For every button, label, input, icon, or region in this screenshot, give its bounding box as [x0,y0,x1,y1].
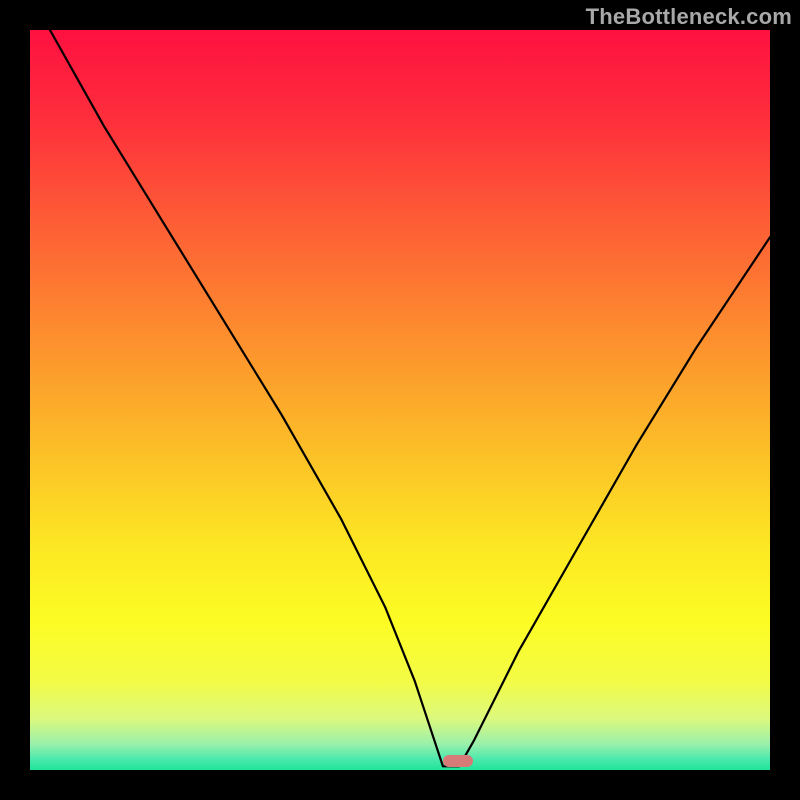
plot-area [30,30,770,770]
optimal-marker [443,755,473,767]
chart-frame: TheBottleneck.com [0,0,800,800]
background-gradient [30,30,770,770]
watermark-text: TheBottleneck.com [586,4,792,30]
